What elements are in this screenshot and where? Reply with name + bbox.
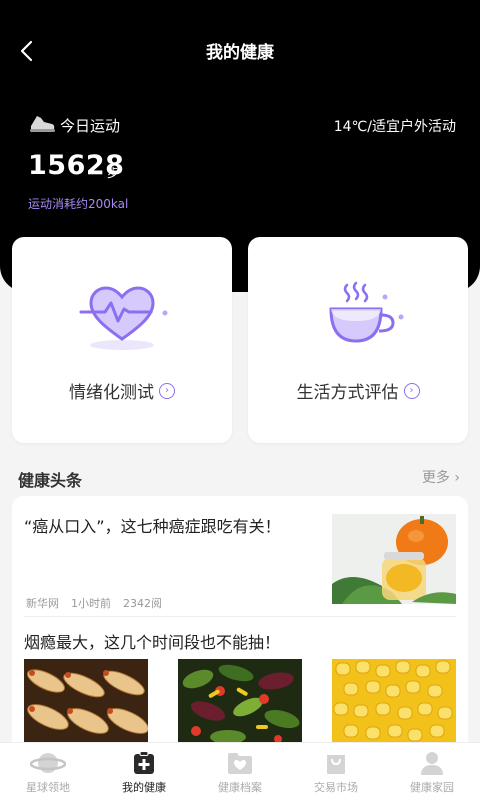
emotion-test-card[interactable]: 情绪化测试 › (12, 237, 232, 443)
chevron-right-circle-icon: › (403, 382, 420, 399)
weather-text: 14℃/适宜户外活动 (333, 119, 456, 135)
step-unit: 步 (107, 166, 120, 180)
news-thumbnail[interactable] (178, 659, 302, 747)
news-thumbnail[interactable] (24, 659, 148, 747)
bottom-tab-bar: 星球领地 我的健康 健康档案 交易市场 健康家园 (0, 742, 480, 800)
news-item-title[interactable]: 烟瘾最大，这几个时间段也不能抽！ (24, 629, 280, 653)
page-title: 我的健康 (206, 43, 274, 63)
tab-health-home[interactable]: 健康家园 (384, 743, 480, 800)
more-link[interactable]: 更多 › (422, 467, 460, 487)
tab-trade-market[interactable]: 交易市场 (288, 743, 384, 800)
section-title: 健康头条 (18, 471, 83, 490)
more-label: 更多 (421, 470, 450, 486)
news-item-meta: 新华网 1小时前 2342阅 (26, 595, 162, 611)
tab-label: 健康家园 (410, 781, 454, 794)
chevron-right-icon: › (454, 470, 460, 486)
tab-label: 健康档案 (218, 781, 262, 794)
tab-label: 星球领地 (26, 781, 70, 794)
news-thumbnail[interactable] (332, 514, 456, 604)
news-time: 1小时前 (71, 597, 111, 610)
emotion-test-label: 情绪化测试 (69, 383, 154, 403)
folder-heart-icon (228, 753, 252, 774)
tea-cup-icon (329, 281, 404, 343)
lifestyle-assessment-card[interactable]: 生活方式评估 › (248, 237, 468, 443)
news-item-title[interactable]: “癌从口入”，这七种癌症跟吃有关！ (24, 516, 324, 538)
news-source: 新华网 (26, 597, 59, 610)
sneaker-icon (30, 116, 55, 132)
news-list: “癌从口入”，这七种癌症跟吃有关！ 新华网 1小时前 2342阅 烟瘾最大，这几… (12, 496, 468, 756)
tab-planet-territory[interactable]: 星球领地 (0, 743, 96, 800)
tab-label: 我的健康 (122, 781, 166, 794)
today-activity-label: 今日运动 (60, 117, 121, 135)
tab-label: 交易市场 (314, 781, 358, 794)
planet-icon (30, 753, 66, 773)
heart-pulse-icon (79, 286, 168, 350)
shopping-bag-icon (327, 755, 345, 774)
tab-health-records[interactable]: 健康档案 (192, 743, 288, 800)
chevron-right-circle-icon: › (159, 382, 175, 399)
divider (24, 616, 456, 617)
person-icon (421, 752, 443, 775)
tab-my-health[interactable]: 我的健康 (96, 743, 192, 800)
news-thumbnail[interactable] (332, 659, 456, 747)
news-read-count: 2342阅 (123, 597, 162, 610)
lifestyle-assessment-label: 生活方式评估 (296, 383, 399, 403)
health-plus-icon (134, 751, 154, 774)
calorie-text: 运动消耗约200kal (28, 197, 129, 211)
